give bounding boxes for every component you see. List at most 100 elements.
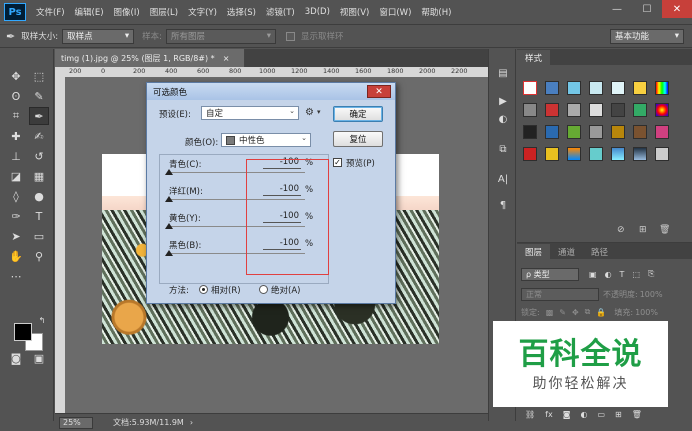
lock-artboard-icon[interactable]: ⧉	[585, 307, 591, 317]
style-swatch[interactable]	[567, 125, 581, 139]
style-swatch[interactable]	[655, 81, 669, 95]
gear-icon[interactable]: ⚙	[305, 107, 314, 118]
adjustments-icon[interactable]: ◐	[494, 111, 512, 127]
style-swatch[interactable]	[523, 103, 537, 117]
add-mask-icon[interactable]: ◙	[563, 410, 571, 419]
color-panel-icon[interactable]: ▤	[494, 65, 512, 81]
adjustment-layer-icon[interactable]: ◐	[580, 410, 587, 419]
lock-pixels-icon[interactable]: ▩	[546, 308, 554, 317]
style-none[interactable]	[523, 81, 537, 95]
reset-button[interactable]: 复位	[333, 131, 383, 147]
yellow-slider-thumb[interactable]	[165, 223, 173, 229]
maximize-button[interactable]: ☐	[632, 0, 662, 18]
eyedropper-tool-icon[interactable]: ✒	[6, 30, 15, 43]
gradient-tool-icon[interactable]: ▦	[29, 167, 49, 185]
hand-tool-icon[interactable]: ✋	[6, 247, 26, 265]
healing-brush-icon[interactable]: ✚	[6, 127, 26, 145]
swap-colors-icon[interactable]: ↰	[32, 311, 52, 329]
lock-paint-icon[interactable]: ✎	[559, 308, 566, 317]
menu-window[interactable]: 窗口(W)	[379, 6, 411, 18]
dialog-close-button[interactable]: ✕	[367, 85, 391, 98]
tab-styles[interactable]: 样式	[517, 50, 551, 65]
style-swatch[interactable]	[633, 103, 647, 117]
style-swatch[interactable]	[589, 103, 603, 117]
quick-mask-icon[interactable]: ◙	[6, 349, 26, 367]
menu-filter[interactable]: 滤镜(T)	[266, 6, 295, 18]
document-tab[interactable]: timg (1).jpg @ 25% (图层 1, RGB/8#) * ×	[55, 49, 245, 67]
shape-filter-icon[interactable]: ⬚	[632, 270, 640, 279]
style-swatch[interactable]	[545, 81, 559, 95]
play-actions-icon[interactable]: ▶	[494, 93, 512, 109]
path-select-icon[interactable]: ➤	[6, 227, 26, 245]
menu-image[interactable]: 图像(I)	[114, 6, 140, 18]
clone-stamp-icon[interactable]: ⊥	[6, 147, 26, 165]
dodge-tool-icon[interactable]: ●	[29, 187, 49, 205]
zoom-field[interactable]: 25%	[59, 416, 93, 429]
style-swatch[interactable]	[545, 125, 559, 139]
style-swatch[interactable]	[611, 125, 625, 139]
colors-select[interactable]: 中性色 ⌄	[221, 133, 311, 147]
close-tab-icon[interactable]: ×	[223, 54, 230, 63]
group-folder-icon[interactable]: ▭	[597, 410, 605, 419]
menu-layer[interactable]: 图层(L)	[150, 6, 178, 18]
style-swatch[interactable]	[611, 103, 625, 117]
style-swatch[interactable]	[523, 147, 537, 161]
menu-3d[interactable]: 3D(D)	[305, 7, 330, 17]
sample-size-select[interactable]: 取样点 ▾	[62, 28, 135, 44]
style-swatch[interactable]	[567, 103, 581, 117]
style-swatch[interactable]	[545, 147, 559, 161]
style-swatch[interactable]	[545, 103, 559, 117]
style-swatch[interactable]	[589, 125, 603, 139]
brush-tool-icon[interactable]: ✍	[29, 127, 49, 145]
close-window-button[interactable]: ✕	[662, 0, 692, 18]
quick-select-tool-icon[interactable]: ✎	[29, 87, 49, 105]
clone-source-icon[interactable]: ⧉	[494, 141, 512, 157]
pixel-filter-icon[interactable]: ▣	[589, 270, 597, 279]
method-absolute-radio[interactable]	[259, 285, 268, 294]
new-layer-icon[interactable]: ⊞	[615, 410, 622, 419]
style-swatch[interactable]	[633, 125, 647, 139]
link-layers-icon[interactable]: ⛓	[525, 410, 535, 419]
foreground-color-swatch[interactable]	[14, 323, 32, 341]
clear-style-icon[interactable]: ⊘	[617, 225, 625, 235]
tab-paths[interactable]: 路径	[583, 244, 616, 259]
blend-mode-select[interactable]: 正常	[521, 287, 599, 301]
zoom-tool-icon[interactable]: ⚲	[29, 247, 49, 265]
eyedropper-tool-icon[interactable]: ✒	[29, 107, 49, 125]
show-ring-checkbox[interactable]	[285, 31, 295, 41]
new-style-icon[interactable]: ⊞	[639, 225, 647, 235]
preview-checkbox[interactable]: ✓	[333, 158, 342, 167]
workspace-select[interactable]: 基本功能 ▾	[610, 28, 684, 44]
style-swatch[interactable]	[611, 81, 625, 95]
rectangle-tool-icon[interactable]: ▭	[29, 227, 49, 245]
paragraph-panel-icon[interactable]: ¶	[494, 197, 512, 213]
trash-icon[interactable]: 🗑	[659, 225, 670, 235]
black-slider-thumb[interactable]	[165, 250, 173, 256]
cyan-slider-thumb[interactable]	[165, 169, 173, 175]
marquee-tool-icon[interactable]: ⬚	[29, 67, 49, 85]
move-tool-icon[interactable]: ✥	[6, 67, 26, 85]
style-swatch[interactable]	[655, 103, 669, 117]
screen-mode-icon[interactable]: ▣	[29, 349, 49, 367]
minimize-button[interactable]: —	[602, 0, 632, 18]
preset-select[interactable]: 自定 ⌄	[201, 106, 299, 120]
type-filter-icon[interactable]: T	[620, 270, 625, 279]
more-tools-icon[interactable]: ⋯	[6, 267, 26, 285]
style-swatch[interactable]	[655, 125, 669, 139]
layer-style-icon[interactable]: fx	[545, 410, 553, 419]
chevron-down-icon[interactable]: ▾	[317, 108, 321, 116]
pen-tool-icon[interactable]: ✑	[6, 207, 26, 225]
sample-select[interactable]: 所有图层 ▾	[165, 28, 276, 44]
style-swatch[interactable]	[589, 147, 603, 161]
lock-position-icon[interactable]: ✥	[572, 308, 579, 317]
style-swatch[interactable]	[567, 81, 581, 95]
menu-view[interactable]: 视图(V)	[340, 6, 369, 18]
fill-value[interactable]: 100%	[635, 308, 658, 317]
layer-kind-filter[interactable]: ρ 类型	[521, 267, 579, 281]
style-swatch[interactable]	[567, 147, 581, 161]
history-brush-icon[interactable]: ↺	[29, 147, 49, 165]
menu-type[interactable]: 文字(Y)	[188, 6, 217, 18]
style-swatch[interactable]	[589, 81, 603, 95]
lasso-tool-icon[interactable]: ʘ	[6, 87, 26, 105]
menu-select[interactable]: 选择(S)	[227, 6, 256, 18]
